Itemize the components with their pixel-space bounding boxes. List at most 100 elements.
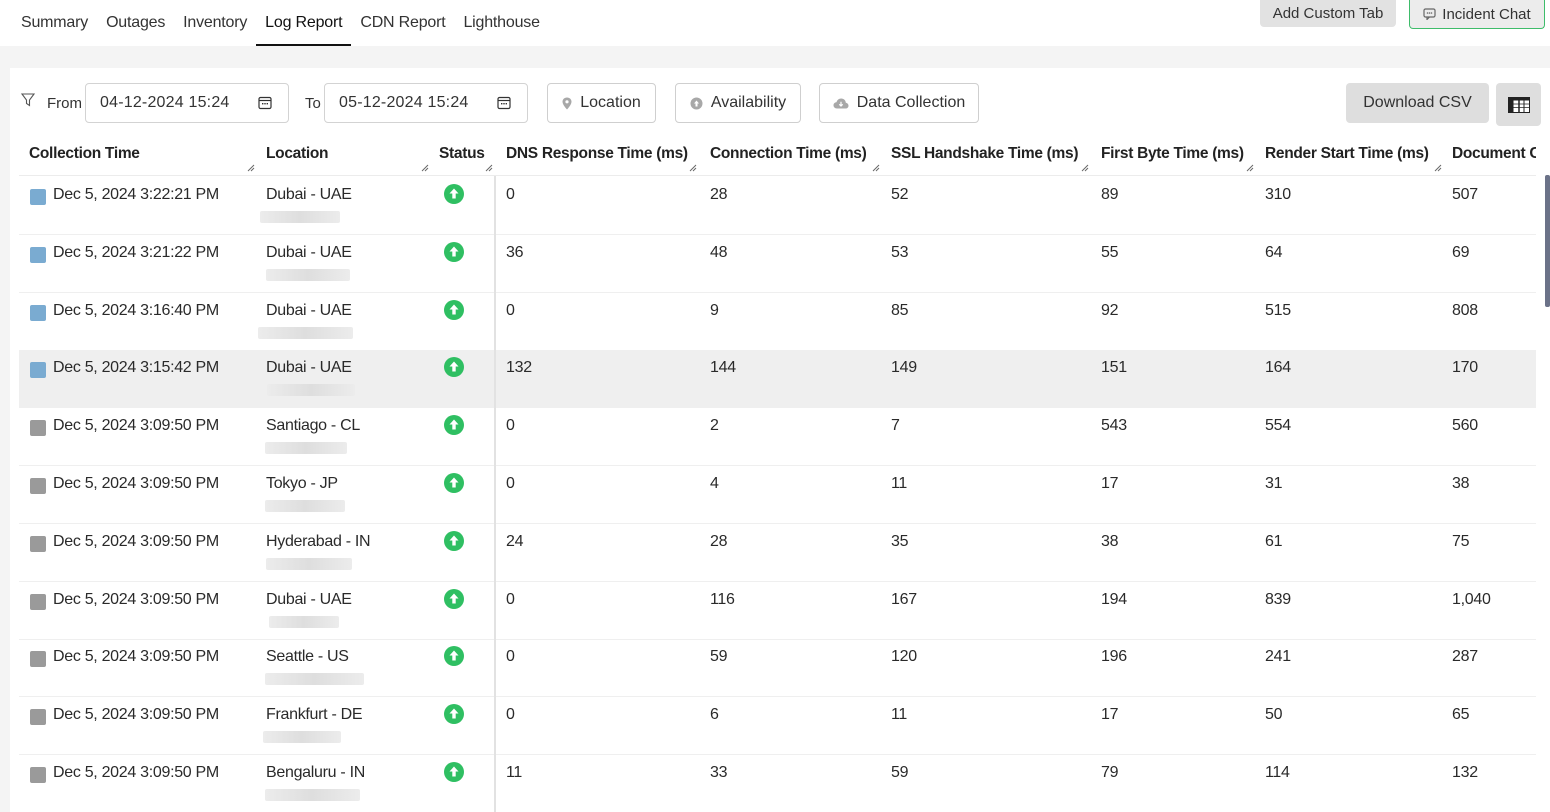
- tab-inventory[interactable]: Inventory: [174, 0, 256, 46]
- column-header-ssl-handshake-time[interactable]: SSL Handshake Time (ms): [891, 145, 1079, 163]
- incident-chat-button[interactable]: Incident Chat: [1409, 0, 1545, 29]
- location-cell: Santiago - CL: [266, 417, 360, 435]
- table-row[interactable]: Dec 5, 2024 3:15:42 PM Dubai - UAE 132 144…: [19, 350, 1536, 409]
- collection-time-cell[interactable]: Dec 5, 2024 3:09:50 PM: [53, 764, 219, 782]
- status-up-icon: [444, 299, 464, 320]
- column-resize-handle[interactable]: [689, 164, 697, 172]
- render-start-time-cell: 61: [1265, 532, 1283, 550]
- data-collection-filter-label: Data Collection: [856, 94, 966, 111]
- collection-time-cell[interactable]: Dec 5, 2024 3:21:22 PM: [53, 244, 219, 262]
- filter-bar: From 04-12-2024 15:24 To 05-12-2024 15:2…: [10, 68, 1550, 138]
- table-row[interactable]: Dec 5, 2024 3:09:50 PM Bengaluru - IN 11 3…: [19, 755, 1536, 812]
- first-byte-time-cell: 17: [1101, 706, 1119, 724]
- to-label: To: [305, 95, 321, 112]
- availability-icon: [690, 97, 703, 109]
- calendar-icon[interactable]: [258, 96, 272, 110]
- collection-time-cell[interactable]: Dec 5, 2024 3:22:21 PM: [53, 186, 219, 204]
- table-row[interactable]: Dec 5, 2024 3:21:22 PM Dubai - UAE 36 48 53…: [19, 235, 1536, 293]
- table-columns-icon: [1507, 96, 1530, 113]
- connection-time-cell: 33: [710, 764, 728, 781]
- redacted-ip-address: [266, 557, 352, 570]
- table-row[interactable]: Dec 5, 2024 3:09:50 PM Hyderabad - IN 24 2…: [19, 524, 1536, 582]
- column-header-status[interactable]: Status: [439, 145, 485, 163]
- column-resize-handle[interactable]: [1434, 164, 1442, 172]
- data-collection-filter-button[interactable]: Data Collection: [819, 83, 979, 123]
- document-complete-time-cell: 65: [1452, 706, 1470, 724]
- table-row[interactable]: Dec 5, 2024 3:16:40 PM Dubai - UAE 0 9 85 92…: [19, 293, 1536, 351]
- first-byte-time-cell: 194: [1101, 590, 1127, 608]
- vertical-scrollbar[interactable]: [1545, 175, 1550, 307]
- document-complete-time-cell: 560: [1452, 417, 1478, 435]
- collection-marker-icon: [30, 420, 46, 437]
- column-header-connection-time[interactable]: Connection Time (ms): [710, 145, 867, 163]
- document-complete-time-cell: 287: [1452, 648, 1478, 666]
- location-filter-button[interactable]: Location: [547, 83, 656, 123]
- tab-summary[interactable]: Summary: [12, 0, 97, 46]
- render-start-time-cell: 164: [1265, 359, 1291, 377]
- tab-cdn-report[interactable]: CDN Report: [351, 0, 454, 46]
- column-header-render-start-time[interactable]: Render Start Time (ms): [1265, 145, 1429, 163]
- location-cell: Dubai - UAE: [266, 243, 352, 261]
- to-date-input[interactable]: 05-12-2024 15:24: [324, 83, 528, 123]
- column-resize-handle[interactable]: [1081, 164, 1089, 172]
- column-resize-handle[interactable]: [485, 164, 493, 172]
- tab-outages[interactable]: Outages: [97, 0, 174, 46]
- table-row[interactable]: Dec 5, 2024 3:09:50 PM Tokyo - JP 0 4 11 17 3…: [19, 466, 1536, 524]
- ssl-handshake-time-cell: 35: [891, 532, 909, 550]
- collection-time-cell[interactable]: Dec 5, 2024 3:09:50 PM: [53, 417, 219, 435]
- table-row[interactable]: Dec 5, 2024 3:09:50 PM Frankfurt - DE 0 6 1…: [19, 697, 1536, 756]
- calendar-icon[interactable]: [497, 96, 511, 110]
- redacted-ip-address: [265, 442, 347, 455]
- ssl-handshake-time-cell: 167: [891, 590, 917, 608]
- collection-time-cell[interactable]: Dec 5, 2024 3:16:40 PM: [53, 302, 219, 320]
- location-cell: Frankfurt - DE: [266, 706, 363, 724]
- status-up-icon: [444, 415, 464, 436]
- ssl-handshake-time-cell: 11: [891, 475, 908, 492]
- first-byte-time-cell: 543: [1101, 417, 1127, 435]
- column-resize-handle[interactable]: [247, 164, 255, 172]
- column-header-document-complete[interactable]: Document C: [1452, 145, 1536, 163]
- collection-time-cell[interactable]: Dec 5, 2024 3:09:50 PM: [53, 648, 219, 666]
- connection-time-cell: 48: [710, 243, 728, 261]
- download-csv-button[interactable]: Download CSV: [1346, 83, 1489, 123]
- connection-time-cell: 9: [710, 301, 719, 319]
- collection-time-cell[interactable]: Dec 5, 2024 3:09:50 PM: [53, 533, 219, 551]
- column-resize-handle[interactable]: [1246, 164, 1254, 172]
- table-row[interactable]: Dec 5, 2024 3:09:50 PM Dubai - UAE 0 116 16…: [19, 582, 1536, 640]
- table-row[interactable]: Dec 5, 2024 3:09:50 PM Seattle - US 0 59 12…: [19, 639, 1536, 698]
- dns-response-time-cell: 0: [506, 590, 515, 608]
- cloud-icon: [833, 98, 849, 108]
- collection-time-cell[interactable]: Dec 5, 2024 3:09:50 PM: [53, 591, 219, 609]
- location-cell: Dubai - UAE: [266, 301, 352, 319]
- collection-marker-icon: [30, 709, 46, 726]
- column-header-dns-response-time[interactable]: DNS Response Time (ms): [506, 145, 688, 163]
- document-complete-time-cell: 1,040: [1452, 590, 1491, 608]
- column-resize-handle[interactable]: [421, 164, 429, 172]
- first-byte-time-cell: 38: [1101, 532, 1119, 550]
- from-date-input[interactable]: 04-12-2024 15:24: [85, 83, 289, 123]
- column-resize-handle[interactable]: [872, 164, 880, 172]
- column-header-first-byte-time[interactable]: First Byte Time (ms): [1101, 145, 1244, 163]
- collection-time-cell[interactable]: Dec 5, 2024 3:09:50 PM: [53, 475, 219, 493]
- from-label: From: [47, 95, 82, 112]
- table-row[interactable]: Dec 5, 2024 3:22:21 PM Dubai - UAE 0 28 52 8…: [19, 177, 1536, 235]
- dns-response-time-cell: 0: [506, 417, 515, 435]
- table-row[interactable]: Dec 5, 2024 3:09:50 PM Santiago - CL 0 2 7 5…: [19, 408, 1536, 467]
- dns-response-time-cell: 0: [506, 648, 515, 666]
- connection-time-cell: 59: [710, 648, 728, 666]
- collection-time-cell[interactable]: Dec 5, 2024 3:15:42 PM: [53, 359, 219, 377]
- redacted-ip-address: [265, 789, 360, 801]
- column-chooser-button[interactable]: [1496, 83, 1541, 126]
- filter-icon[interactable]: [20, 92, 36, 108]
- availability-filter-button[interactable]: Availability: [675, 83, 801, 123]
- collection-time-cell[interactable]: Dec 5, 2024 3:09:50 PM: [53, 706, 219, 724]
- tab-log-report[interactable]: Log Report: [256, 0, 352, 46]
- render-start-time-cell: 515: [1265, 301, 1291, 319]
- tab-lighthouse[interactable]: Lighthouse: [454, 0, 548, 46]
- column-header-location[interactable]: Location: [266, 145, 328, 163]
- first-byte-time-cell: 79: [1101, 764, 1119, 781]
- collection-marker-icon: [30, 593, 46, 610]
- add-custom-tab-button[interactable]: Add Custom Tab: [1260, 0, 1396, 27]
- redacted-ip-address: [263, 731, 341, 744]
- column-header-collection-time[interactable]: Collection Time: [29, 145, 140, 163]
